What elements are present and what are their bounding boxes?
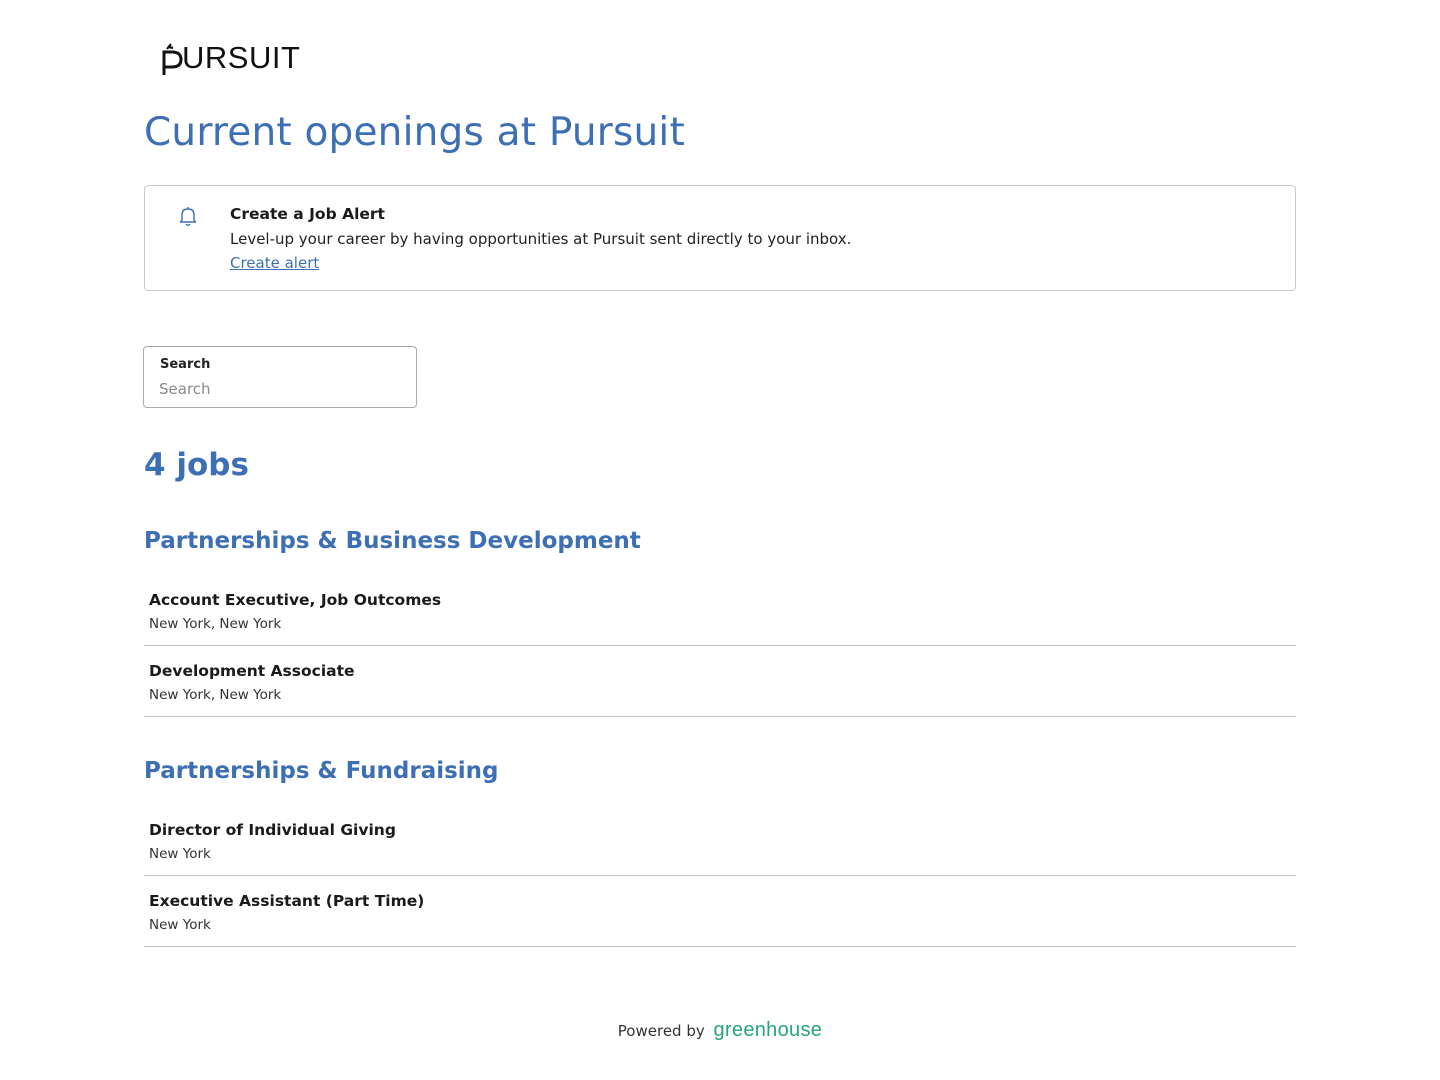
job-row[interactable]: Development Associate New York, New York [144,646,1296,717]
search-field[interactable]: Search [143,346,417,408]
job-title[interactable]: Executive Assistant (Part Time) [149,892,424,910]
alert-description: Level-up your career by having opportuni… [230,230,852,248]
job-row[interactable]: Executive Assistant (Part Time) New York [144,876,1296,947]
job-alert-card: Create a Job Alert Level-up your career … [144,185,1296,291]
job-location: New York [149,917,211,933]
job-location: New York, New York [149,616,282,632]
job-title[interactable]: Account Executive, Job Outcomes [149,591,441,609]
pursuit-logo[interactable]: URSUIT [160,38,300,76]
department-title: Partnerships & Business Development [144,528,641,554]
bell-icon [177,204,199,232]
create-alert-link[interactable]: Create alert [230,254,319,272]
job-location: New York, New York [149,687,282,703]
alert-title: Create a Job Alert [230,205,385,223]
pursuit-logo-mark [162,43,183,75]
footer: Powered by greenhouse [0,1019,1440,1042]
page-title: Current openings at Pursuit [144,110,685,155]
powered-by-text: Powered by [617,1022,705,1040]
job-row[interactable]: Director of Individual Giving New York [144,805,1296,876]
job-title[interactable]: Director of Individual Giving [149,821,396,839]
department-title: Partnerships & Fundraising [144,758,499,784]
search-label: Search [160,357,211,372]
search-input[interactable] [159,378,399,400]
logo-text: URSUIT [182,40,301,75]
greenhouse-logo[interactable]: greenhouse [714,1019,823,1041]
job-row[interactable]: Account Executive, Job Outcomes New York… [144,575,1296,646]
jobs-count: 4 jobs [144,447,249,483]
job-location: New York [149,846,211,862]
job-title[interactable]: Development Associate [149,662,355,680]
